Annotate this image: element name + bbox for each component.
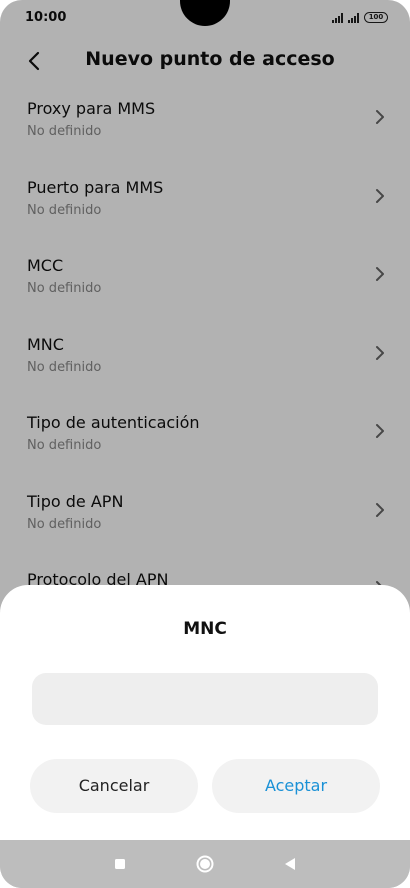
cancel-button[interactable]: Cancelar — [30, 759, 198, 813]
recents-square-icon[interactable] — [108, 852, 132, 876]
navigation-bar — [0, 840, 410, 888]
mnc-dialog: MNC Cancelar Aceptar — [0, 585, 410, 840]
back-triangle-icon[interactable] — [278, 852, 302, 876]
dialog-title: MNC — [183, 619, 227, 639]
ok-button[interactable]: Aceptar — [212, 759, 380, 813]
screen: 10:00 100 Nuevo punto de acceso Proxy pa… — [0, 0, 410, 888]
mnc-input[interactable] — [32, 673, 378, 725]
home-circle-icon[interactable] — [193, 852, 217, 876]
